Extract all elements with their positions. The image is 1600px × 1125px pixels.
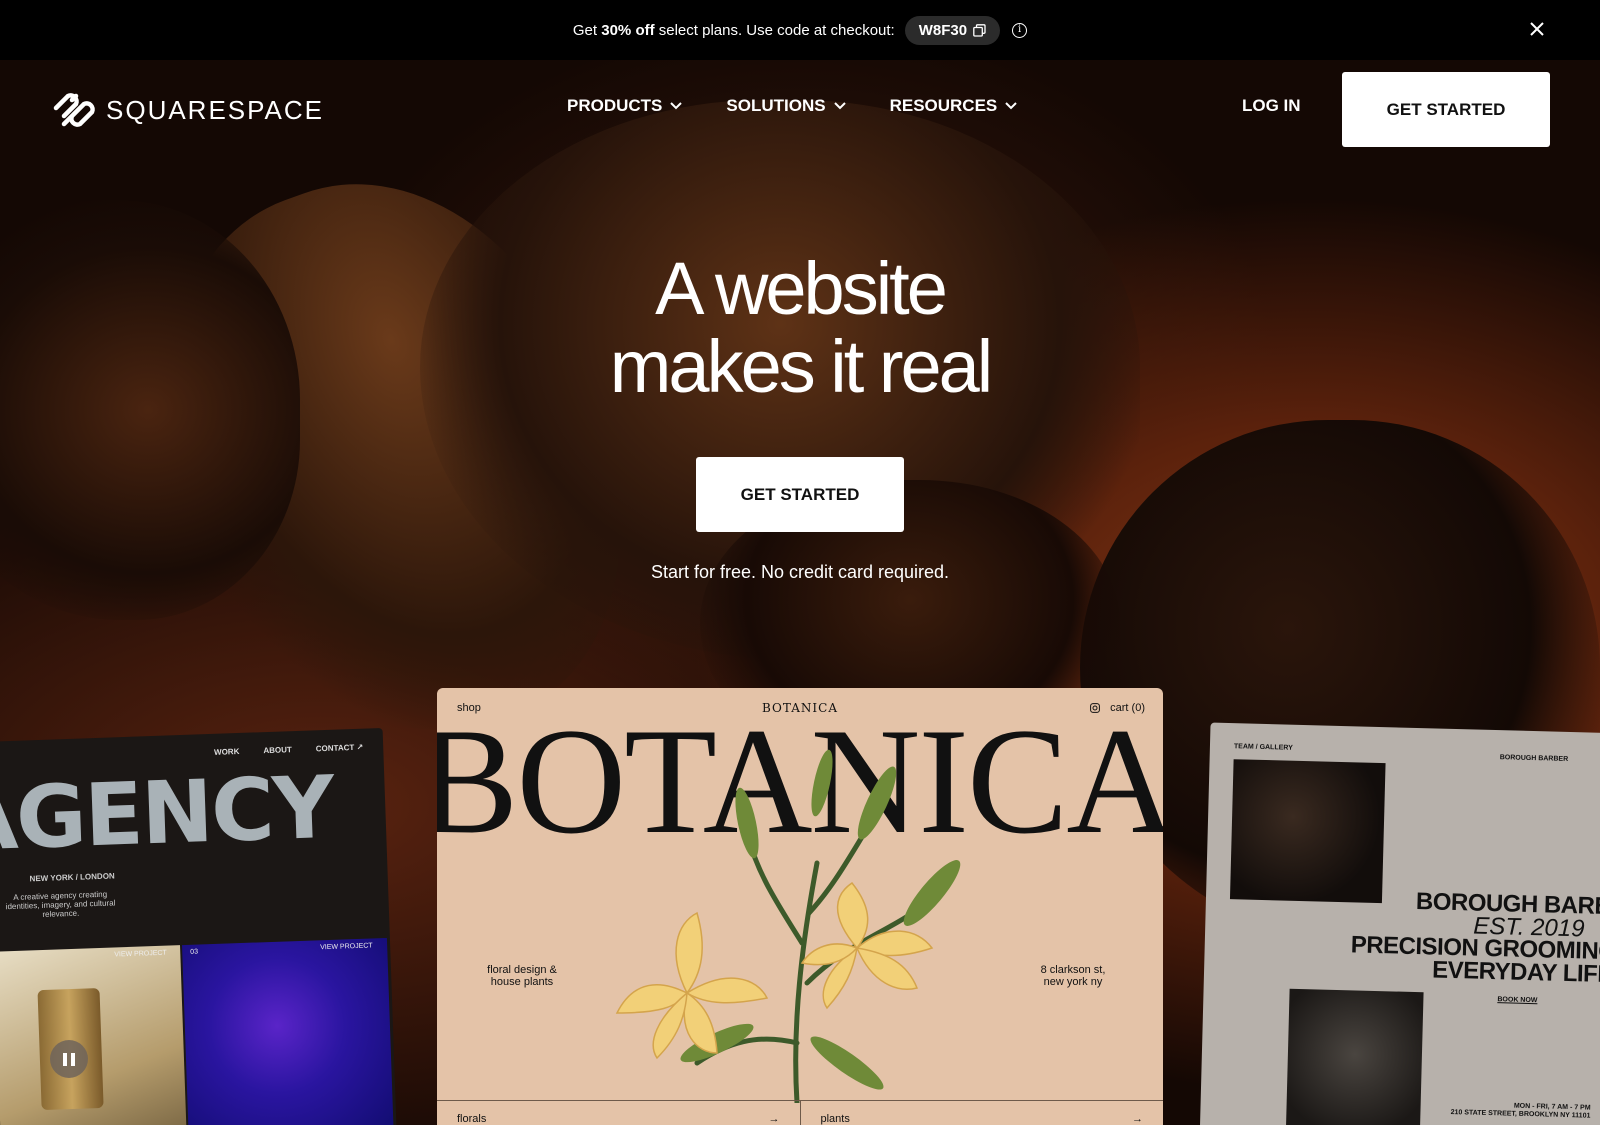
chevron-down-icon	[1005, 102, 1017, 110]
get-started-hero-button[interactable]: GET STARTED	[696, 457, 904, 532]
botanica-address: 8 clarkson st, new york ny	[1040, 964, 1106, 988]
agency-location: NEW YORK / LONDON	[29, 871, 115, 884]
info-icon[interactable]: i	[1012, 22, 1028, 38]
promo-code: W8F30	[918, 21, 968, 39]
get-started-nav-button[interactable]: GET STARTED	[1342, 72, 1550, 147]
arrow-right-icon: →	[1132, 1113, 1143, 1125]
close-icon[interactable]	[1526, 18, 1548, 40]
barber-tools-image	[1285, 988, 1424, 1125]
barber-headline-4: EVERYDAY LIFE	[1431, 956, 1600, 989]
agency-nav: WORK ABOUT CONTACT ↗	[213, 742, 364, 757]
agency-description: A creative agency creating identities, i…	[5, 889, 116, 919]
logo-wordmark: SQUARESPACE	[106, 94, 325, 125]
barber-template-preview[interactable]: TEAM / GALLERY BOROUGH BARBER BOROUGH BA…	[1199, 722, 1600, 1125]
hero-headline: A website makes it real	[609, 247, 993, 408]
agency-title: AGENCY	[0, 757, 335, 872]
book-now-link: BOOK NOW	[1497, 996, 1538, 1005]
main-menu: PRODUCTS SOLUTIONS RESOURCES	[567, 96, 1017, 116]
lily-flower-image	[615, 749, 961, 1103]
arrow-right-icon: →	[768, 1113, 780, 1125]
chevron-down-icon	[833, 102, 846, 110]
squarespace-logo-icon	[53, 93, 95, 127]
promo-text: Get 30% off select plans. Use code at ch…	[572, 21, 895, 39]
chevron-down-icon	[670, 102, 683, 110]
promo-code-button[interactable]: W8F30	[904, 15, 1001, 45]
copy-icon	[973, 23, 986, 37]
agency-project-image-2	[182, 937, 395, 1125]
hero-subtext: Start for free. No credit card required.	[650, 562, 950, 582]
botanica-template-preview[interactable]: shop BOTANICA cart (0) BOTANICA floral d…	[437, 688, 1163, 1125]
category-plants[interactable]: plants →	[801, 1101, 1164, 1125]
barber-chair-image	[1229, 759, 1386, 904]
category-florals[interactable]: florals →	[437, 1101, 801, 1125]
menu-resources[interactable]: RESOURCES	[890, 96, 1018, 116]
barber-nav: TEAM / GALLERY	[1233, 743, 1293, 752]
pause-icon-bar	[71, 1052, 75, 1066]
barber-brand: BOROUGH BARBER	[1499, 754, 1569, 763]
top-navigation: SQUARESPACE PRODUCTS SOLUTIONS RESOURCES…	[0, 60, 1600, 160]
menu-solutions[interactable]: SOLUTIONS	[726, 96, 846, 116]
pause-icon-bar	[63, 1052, 67, 1066]
botanica-category-bar: florals → plants →	[437, 1100, 1163, 1125]
botanica-tagline: floral design & house plants	[487, 964, 557, 988]
menu-products[interactable]: PRODUCTS	[567, 96, 683, 116]
barber-hours: MON - FRI, 7 AM - 7 PM 210 STATE STREET,…	[1450, 1102, 1591, 1120]
pause-button[interactable]	[50, 1040, 88, 1078]
promo-banner: Get 30% off select plans. Use code at ch…	[0, 0, 1600, 60]
project-number: 03	[190, 948, 199, 956]
login-link[interactable]: LOG IN	[1242, 96, 1301, 116]
squarespace-logo[interactable]: SQUARESPACE	[50, 90, 324, 130]
